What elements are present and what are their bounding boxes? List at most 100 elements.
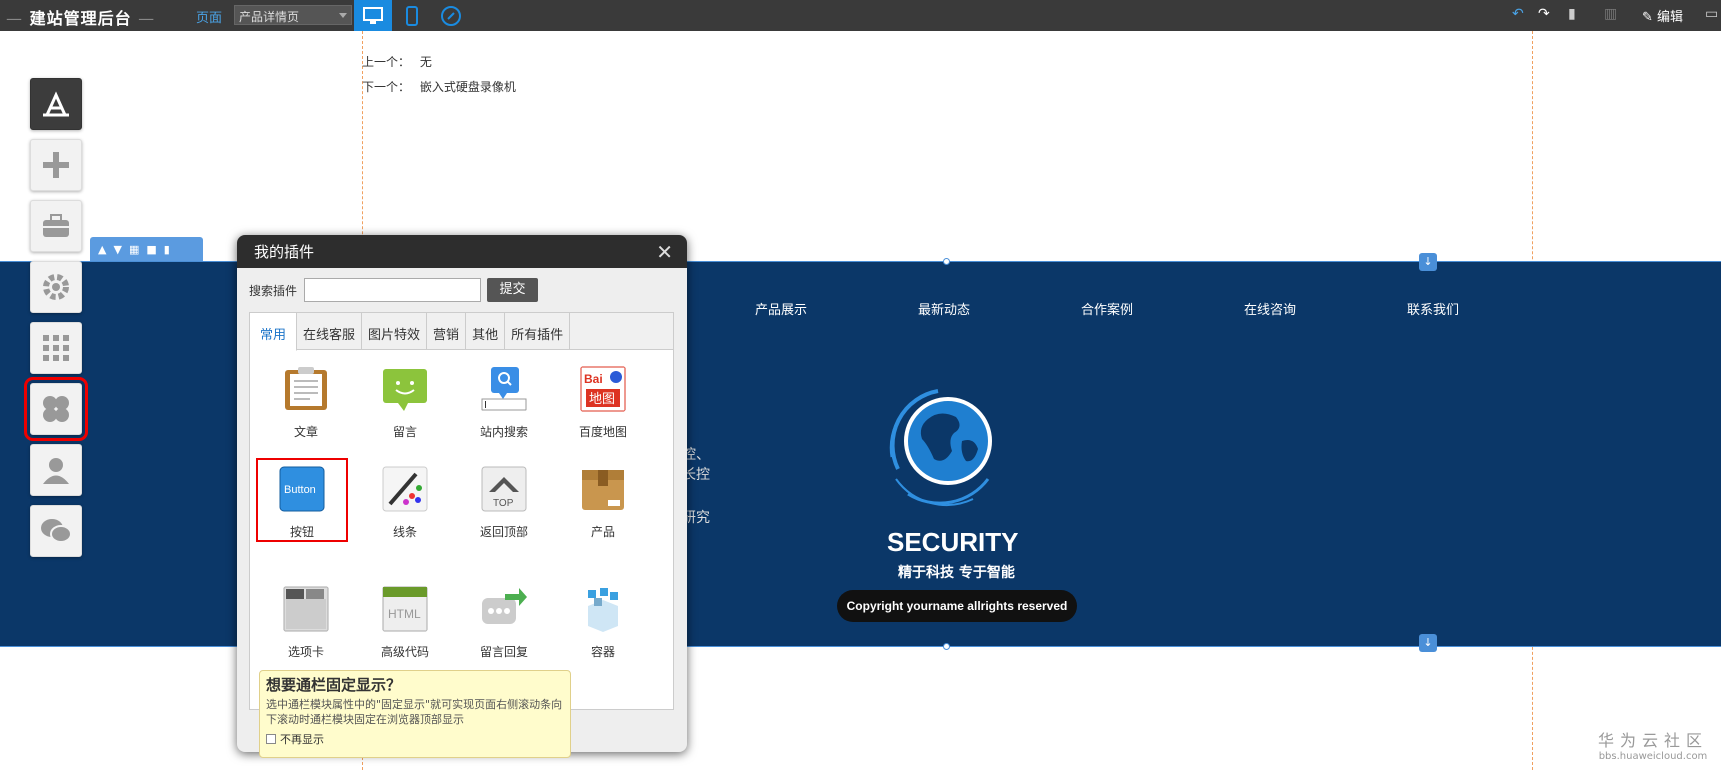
page-select[interactable]: 产品详情页 xyxy=(234,5,352,25)
move-down-icon[interactable]: ▼ xyxy=(113,243,121,256)
dialog-titlebar: 我的插件 ✕ xyxy=(237,235,687,268)
site-search-icon xyxy=(481,367,527,411)
plugin-baidu-map[interactable]: Bai 地图 百度地图 xyxy=(563,350,643,440)
plugin-line[interactable]: 线条 xyxy=(365,460,445,550)
plugins-button[interactable] xyxy=(24,377,88,441)
desktop-view-button[interactable] xyxy=(354,0,392,31)
plugin-label: 返回顶部 xyxy=(479,525,528,539)
plugin-button[interactable]: Button 按钮 xyxy=(256,458,348,542)
plugin-message[interactable]: 留言 xyxy=(365,350,445,440)
plugin-label: 站内搜索 xyxy=(479,425,528,439)
plugin-tabs[interactable]: 选项卡 xyxy=(266,570,346,660)
globe-logo xyxy=(889,389,992,506)
app-store-button[interactable] xyxy=(30,78,82,130)
user-button[interactable] xyxy=(30,444,82,496)
nav-item-contact[interactable]: 联系我们 xyxy=(1407,299,1459,318)
tab-online-service[interactable]: 在线客服 xyxy=(297,313,363,349)
apps-grid-button[interactable] xyxy=(30,322,82,374)
grid-icon xyxy=(43,335,69,361)
plugin-container[interactable]: 容器 xyxy=(563,570,643,660)
toolbox-button[interactable] xyxy=(30,200,82,252)
preview-icon[interactable]: ▭ xyxy=(1705,6,1718,22)
plugin-label: 留言回复 xyxy=(479,645,528,659)
watermark: 华为云社区 bbs.huaweicloud.com xyxy=(1598,727,1708,762)
mobile-icon xyxy=(406,5,418,26)
plugin-panel: 常用 在线客服 图片特效 营销 其他 所有插件 文章 留言 站内搜索 Bai 地图 xyxy=(249,312,674,710)
plugin-back-to-top[interactable]: TOP 返回顶部 xyxy=(464,460,544,550)
plugin-site-search[interactable]: 站内搜索 xyxy=(464,350,544,440)
trash-icon[interactable]: ▮ xyxy=(164,243,170,256)
wechat-button[interactable] xyxy=(30,505,82,557)
nav-item-news[interactable]: 最新动态 xyxy=(918,299,970,318)
checkbox-label: 不再显示 xyxy=(280,733,324,746)
undo-icon[interactable]: ↶ xyxy=(1512,6,1524,22)
tab-image-effects[interactable]: 图片特效 xyxy=(362,313,428,349)
tabs-icon xyxy=(283,586,329,632)
row-toolbar: ▲ ▼ ▦ ■ ▮ xyxy=(90,237,203,261)
container-icon xyxy=(588,588,618,632)
plugin-message-reply[interactable]: 留言回复 xyxy=(464,570,544,660)
user-icon xyxy=(43,458,69,484)
close-icon[interactable]: ✕ xyxy=(656,240,673,264)
settings-button[interactable] xyxy=(30,261,82,313)
plus-icon xyxy=(43,152,69,178)
brand-dash: — xyxy=(6,9,23,28)
plugin-icon xyxy=(43,396,69,422)
watermark-title: 华为云社区 xyxy=(1598,731,1709,750)
tab-common[interactable]: 常用 xyxy=(250,313,298,351)
html-code-icon: HTML xyxy=(382,586,428,632)
tip-popup: 想要通栏固定显示？ 选中通栏模块属性中的"固定显示"就可实现页面右侧滚动条向下滚… xyxy=(259,670,571,758)
plugin-label: 线条 xyxy=(392,525,417,539)
dont-show-again[interactable]: 不再显示 xyxy=(266,731,564,747)
link-icon xyxy=(441,5,461,26)
app-store-icon xyxy=(43,91,69,117)
resize-handle[interactable] xyxy=(943,258,950,265)
redo-icon[interactable]: ↷ xyxy=(1538,6,1550,22)
search-label: 搜索插件 xyxy=(249,284,298,298)
edit-label: 编辑 xyxy=(1657,10,1684,25)
plugin-product[interactable]: 产品 xyxy=(563,460,643,550)
plugin-html-code[interactable]: HTML 高级代码 xyxy=(365,570,445,660)
plugin-label: 留言 xyxy=(392,425,417,439)
article-icon xyxy=(285,367,327,410)
app-title: — 建站管理后台 — xyxy=(6,5,155,29)
mobile-view-button[interactable] xyxy=(393,0,431,31)
move-up-icon[interactable]: ▲ xyxy=(98,243,106,256)
tab-other[interactable]: 其他 xyxy=(466,313,506,349)
message-reply-icon xyxy=(482,588,527,624)
dialog-title: 我的插件 xyxy=(254,243,315,261)
format-brush-icon[interactable]: ▮ xyxy=(1568,6,1576,22)
resize-handle[interactable] xyxy=(943,643,950,650)
tip-body: 选中通栏模块属性中的"固定显示"就可实现页面右侧滚动条向下滚动时通栏模块固定在浏… xyxy=(266,698,563,726)
tab-all-plugins[interactable]: 所有插件 xyxy=(505,313,571,349)
link-view-button[interactable] xyxy=(432,0,470,31)
copyright-badge: Copyright yourname allrights reserved xyxy=(837,590,1077,622)
nav-item-cases[interactable]: 合作案例 xyxy=(1081,299,1133,318)
layout-icon[interactable]: ▦ xyxy=(129,243,139,256)
search-input[interactable] xyxy=(304,278,481,302)
next-value[interactable]: 嵌入式硬盘录像机 xyxy=(420,80,516,94)
lock-icon[interactable]: ■ xyxy=(146,243,156,256)
next-item: 下一个： 嵌入式硬盘录像机 xyxy=(362,78,516,95)
wechat-icon xyxy=(41,519,72,543)
line-icon xyxy=(382,466,428,512)
add-button[interactable] xyxy=(30,139,82,191)
checkbox[interactable] xyxy=(266,734,276,744)
plugin-label: 产品 xyxy=(590,525,615,539)
brand-slogan: 精于科技 专于智能 xyxy=(898,565,1015,581)
tab-marketing[interactable]: 营销 xyxy=(427,313,467,349)
plugin-label: 容器 xyxy=(590,645,615,659)
stats-icon[interactable]: ▥ xyxy=(1604,6,1617,22)
download-icon[interactable]: ↓ xyxy=(1419,253,1437,271)
top-toolbar: — 建站管理后台 — 页面 产品详情页 ↶ ↷ ▮ ▥ ✎ 编辑 ▭ xyxy=(0,0,1721,31)
edit-button[interactable]: ✎ 编辑 xyxy=(1642,6,1683,25)
nav-item-products[interactable]: 产品展示 xyxy=(755,299,807,318)
download-icon[interactable]: ↓ xyxy=(1419,634,1437,652)
brand-text: 建站管理后台 xyxy=(29,9,132,28)
plugin-label: 文章 xyxy=(293,425,318,439)
plugin-article[interactable]: 文章 xyxy=(266,350,346,440)
submit-button[interactable]: 提交 xyxy=(487,278,538,302)
baidu-map-text: 地图 xyxy=(589,392,615,407)
top-text: TOP xyxy=(493,498,514,509)
nav-item-consult[interactable]: 在线咨询 xyxy=(1244,299,1296,318)
